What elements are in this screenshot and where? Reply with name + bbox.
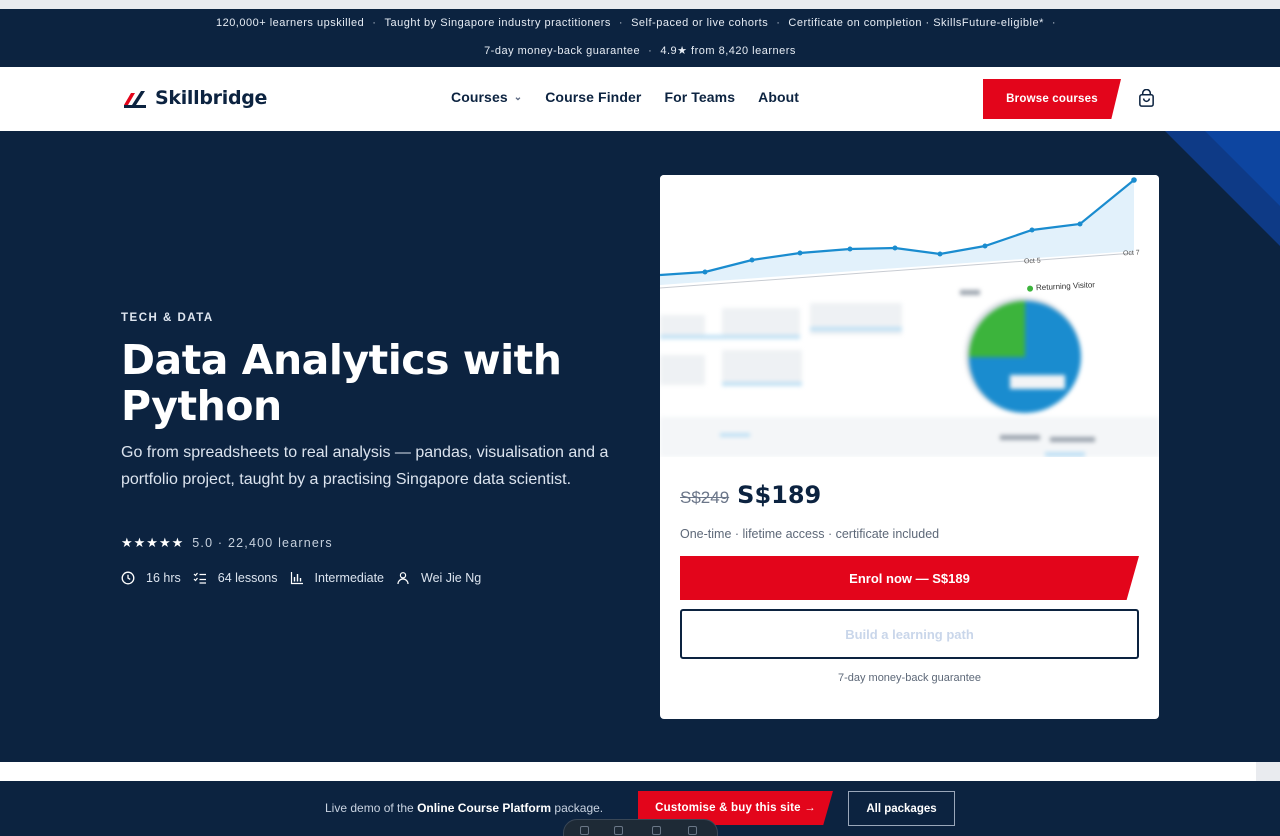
course-category: TECH & DATA xyxy=(121,312,214,324)
announcement-item: 120,000+ learners upskilled xyxy=(215,17,365,29)
separator-dot: · xyxy=(1051,17,1057,29)
skillbridge-logo-icon xyxy=(124,91,146,108)
nav-menu: Courses ⌄ Course Finder For Teams About xyxy=(451,89,822,105)
rating-stars-icon: ★★★★★ xyxy=(121,535,185,550)
meta-level-text: Intermediate xyxy=(314,571,384,585)
original-price: S$249 xyxy=(680,488,730,507)
toolbar-tool-icon[interactable] xyxy=(614,826,623,835)
course-description: Go from spreadsheets to real analysis — … xyxy=(121,444,609,488)
nav-item-label: Course Finder xyxy=(545,89,642,105)
checklist-icon xyxy=(193,572,206,584)
section-divider xyxy=(0,762,1280,781)
nav-item-label: About xyxy=(758,89,800,105)
nav-item-about[interactable]: About xyxy=(758,89,799,105)
demo-prefix: Live demo of the xyxy=(325,801,418,815)
price-note: One-time · lifetime access · certificate… xyxy=(680,527,940,541)
announcement-item: Taught by Singapore industry practitione… xyxy=(384,17,611,29)
brand-name: Skillbridge xyxy=(155,87,268,109)
bar-chart-icon xyxy=(290,572,303,585)
demo-banner: Live demo of the Online Course Platform … xyxy=(0,781,1280,836)
course-meta: 16 hrs 64 lessons Intermediate Wei Jie N… xyxy=(121,571,493,585)
announcement-row-2: 7-day money-back guarantee · 4.9★ from 8,4… xyxy=(0,44,1280,57)
course-preview-image: Returning Visitor Oct 5 Oct 7 xyxy=(660,175,1159,457)
nav-item-label: For Teams xyxy=(664,89,736,105)
chevron-down-icon: ⌄ xyxy=(513,91,523,103)
purchase-card: Returning Visitor Oct 5 Oct 7 S$249 S$18… xyxy=(660,175,1159,719)
announcement-item: Self-paced or live cohorts xyxy=(631,17,769,29)
user-icon xyxy=(397,572,409,585)
course-rating: ★★★★★ 5.0 · 22,400 learners xyxy=(121,535,333,551)
meta-lessons-text: 64 lessons xyxy=(217,571,278,585)
nav-item-courses[interactable]: Courses ⌄ xyxy=(451,89,522,105)
meta-duration-text: 16 hrs xyxy=(146,571,181,585)
divider-edge xyxy=(1256,762,1280,781)
build-learning-path-button[interactable]: Build a learning path xyxy=(680,609,1139,659)
announcement-item: 7-day money-back guarantee xyxy=(484,45,641,57)
demo-banner-text: Live demo of the Online Course Platform … xyxy=(325,801,603,815)
course-title: Data Analytics with Python xyxy=(121,336,562,430)
brand-logo[interactable]: Skillbridge xyxy=(122,87,267,109)
nav-item-label: Courses xyxy=(451,89,508,105)
legend-dot-icon xyxy=(1026,284,1034,292)
meta-duration: 16 hrs xyxy=(121,571,181,585)
shopping-bag-icon[interactable] xyxy=(1137,89,1156,108)
meta-instructor-text: Wei Jie Ng xyxy=(421,571,482,585)
announcement-bar: 120,000+ learners upskilled · Taught by Si… xyxy=(0,9,1280,67)
announcement-item: 4.9★ from 8,420 learners xyxy=(660,45,796,57)
separator-dot: · xyxy=(618,17,624,29)
clock-icon xyxy=(121,571,135,585)
separator-dot: · xyxy=(372,17,377,29)
rating-text: 5.0 · 22,400 learners xyxy=(192,536,333,550)
all-packages-button[interactable]: All packages xyxy=(848,791,955,826)
analytics-dashboard-illustration xyxy=(660,177,1159,457)
toolbar-tool-icon[interactable] xyxy=(652,826,661,835)
enrol-now-button[interactable]: Enrol now — S$189 xyxy=(680,556,1139,600)
axis-label-oct7: Oct 7 xyxy=(1122,249,1140,258)
separator-dot: · xyxy=(648,45,653,57)
meta-level: Intermediate xyxy=(290,571,384,585)
nav-item-for-teams[interactable]: For Teams xyxy=(664,89,735,105)
browser-top-strip xyxy=(0,0,1280,9)
meta-lessons: 64 lessons xyxy=(193,571,278,585)
price-row: S$249 S$189 xyxy=(680,481,821,509)
nav-item-course-finder[interactable]: Course Finder xyxy=(545,89,641,105)
announcement-row-1: 120,000+ learners upskilled · Taught by Si… xyxy=(0,17,1280,29)
toolbar-tool-icon[interactable] xyxy=(580,826,589,835)
main-navigation: Skillbridge Courses ⌄ Course Finder For T… xyxy=(0,67,1280,131)
guarantee-note: 7-day money-back guarantee xyxy=(837,672,982,684)
meta-instructor: Wei Jie Ng xyxy=(396,571,481,585)
decorative-corner-shape xyxy=(1165,131,1280,246)
browse-courses-button[interactable]: Browse courses xyxy=(983,79,1121,119)
demo-suffix: package. xyxy=(551,801,604,815)
separator-dot: · xyxy=(776,17,781,29)
toolbar-settings-icon[interactable] xyxy=(688,826,697,835)
demo-package-name: Online Course Platform xyxy=(417,801,552,815)
announcement-item: Certificate on completion · SkillsFuture… xyxy=(788,17,1044,29)
floating-toolbar[interactable] xyxy=(563,819,718,836)
axis-label-oct5: Oct 5 xyxy=(1023,257,1041,266)
sale-price: S$189 xyxy=(737,481,822,509)
